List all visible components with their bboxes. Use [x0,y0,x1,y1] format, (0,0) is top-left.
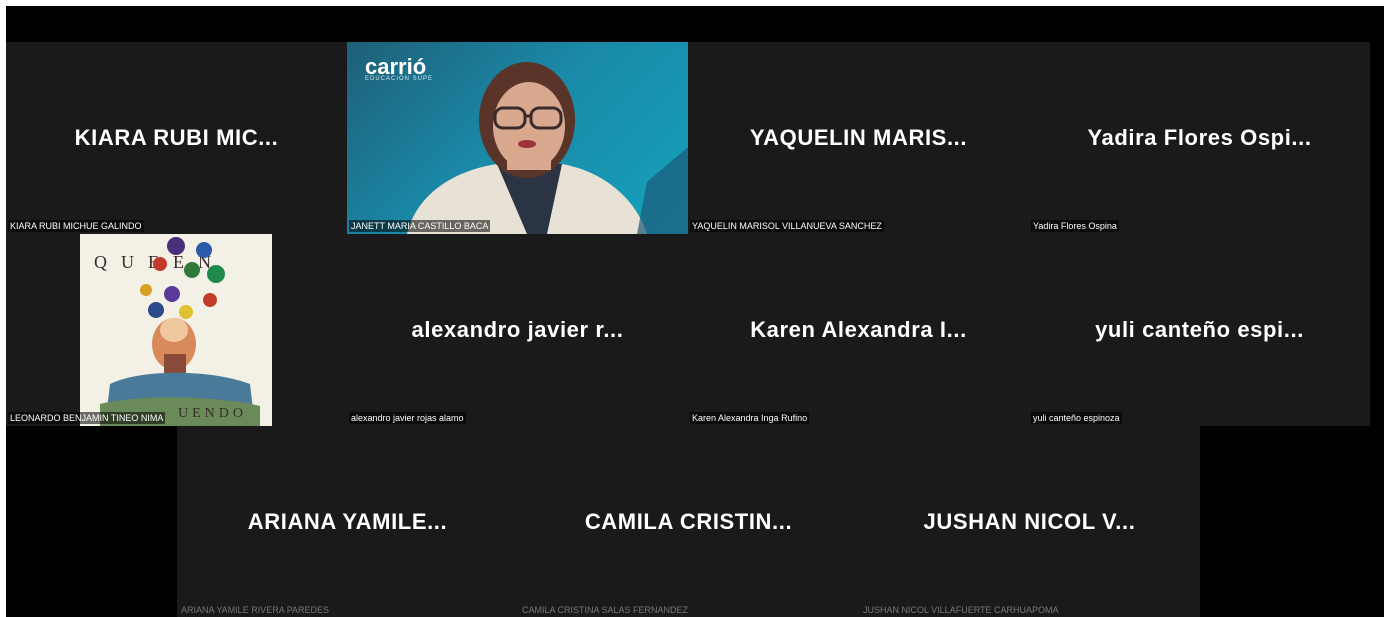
participant-full-name: yuli canteño espinoza [1031,412,1122,424]
participant-tile[interactable]: JUSHAN NICOL V... JUSHAN NICOL VILLAFUER… [859,426,1200,617]
video-gallery: KIARA RUBI MIC... KIARA RUBI MICHUE GALI… [6,6,1384,617]
participant-tile[interactable]: ARIANA YAMILE... ARIANA YAMILE RIVERA PA… [177,426,518,617]
participant-video: carrió EDUCACIÓN SUPE [347,42,688,234]
participant-full-name: YAQUELIN MARISOL VILLANUEVA SANCHEZ [690,220,884,232]
participant-full-name: CAMILA CRISTINA SALAS FERNANDEZ [522,605,689,615]
participant-display-name: YAQUELIN MARIS... [749,125,968,150]
participant-tile[interactable]: yuli canteño espi... yuli canteño espino… [1029,234,1370,426]
participant-tile[interactable]: YAQUELIN MARIS... YAQUELIN MARISOL VILLA… [688,42,1029,234]
participant-display-name: Yadira Flores Ospi... [1087,125,1312,150]
profile-picture: QUEEN UENDO [80,234,272,426]
participant-full-name: JANETT MARIA CASTILLO BACA [349,220,491,232]
participant-full-name: Karen Alexandra Inga Rufino [690,412,810,424]
album-subtitle: UENDO [178,406,247,421]
participant-tile[interactable]: CAMILA CRISTIN... CAMILA CRISTINA SALAS … [518,426,859,617]
participant-display-name: yuli canteño espi... [1095,317,1304,342]
person-silhouette [407,62,688,234]
participant-display-name: ARIANA YAMILE... [247,509,448,534]
participant-display-name: CAMILA CRISTIN... [584,509,793,534]
participant-tile[interactable]: KIARA RUBI MIC... KIARA RUBI MICHUE GALI… [6,42,347,234]
participant-tile[interactable]: alexandro javier r... alexandro javier r… [347,234,688,426]
participant-display-name: JUSHAN NICOL V... [923,509,1136,534]
participant-tile[interactable]: Karen Alexandra I... Karen Alexandra Ing… [688,234,1029,426]
participant-full-name: ARIANA YAMILE RIVERA PAREDES [181,605,330,615]
participant-display-name: KIARA RUBI MIC... [74,125,279,150]
participant-full-name: KIARA RUBI MICHUE GALINDO [8,220,144,232]
participant-display-name: Karen Alexandra I... [750,317,967,342]
participant-tile[interactable]: QUEEN UENDO LEONARDO BENJAMIN TINEO [6,234,347,426]
participant-display-name: alexandro javier r... [411,317,624,342]
participant-full-name: alexandro javier rojas alamo [349,412,466,424]
participant-tile[interactable]: Yadira Flores Ospi... Yadira Flores Ospi… [1029,42,1370,234]
participant-full-name: LEONARDO BENJAMIN TINEO NIMA [8,412,166,424]
participant-full-name: Yadira Flores Ospina [1031,220,1119,232]
participant-full-name: JUSHAN NICOL VILLAFUERTE CARHUAPOMA [863,605,1059,615]
participant-video-tile[interactable]: carrió EDUCACIÓN SUPE JANETT MARIA CASTI… [347,42,688,234]
juggler-illustration [100,237,260,426]
